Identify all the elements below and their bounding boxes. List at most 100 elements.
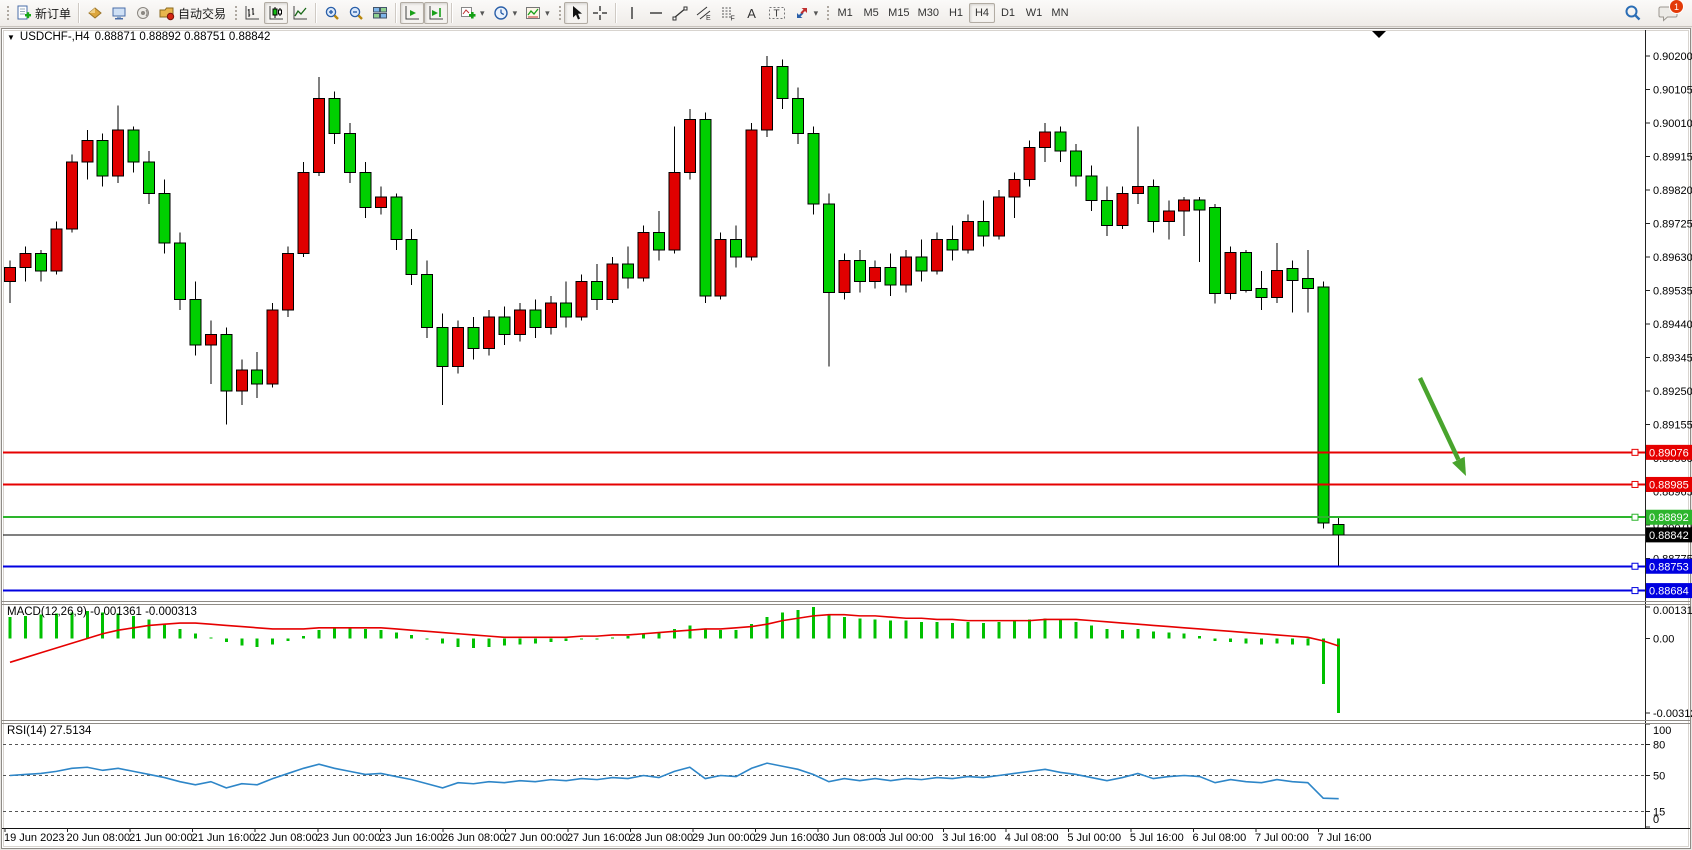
vertical-line-tool-button[interactable] — [620, 2, 644, 24]
toolbar-grip[interactable] — [825, 4, 829, 22]
candle — [854, 261, 865, 282]
toolbar-grip[interactable] — [5, 4, 9, 22]
zoom-in-button[interactable] — [320, 2, 344, 24]
macd-hist-bar — [9, 617, 12, 638]
time-tick-label: 21 Jun 00:00 — [129, 832, 193, 844]
macd-hist-bar — [905, 621, 908, 639]
candle — [1055, 132, 1066, 151]
price-tick-label: 0.89915 — [1653, 151, 1692, 163]
candle — [1318, 287, 1329, 523]
candle — [375, 197, 386, 208]
rsi-axis-label: 50 — [1653, 771, 1665, 783]
equidistant-channel-tool-button[interactable]: E — [692, 2, 716, 24]
candle — [314, 98, 325, 172]
fibonacci-tool-button[interactable]: F — [716, 2, 740, 24]
dropdown-caret[interactable]: ▾ — [480, 8, 485, 19]
candlestick-chart-button[interactable] — [264, 2, 288, 24]
macd-hist-bar — [287, 639, 290, 641]
candle — [1101, 201, 1112, 226]
candle — [623, 264, 634, 278]
macd-hist-bar — [194, 634, 197, 639]
macd-hist-bar — [889, 621, 892, 639]
timeframe-h1-button[interactable]: H1 — [943, 3, 969, 23]
dropdown-caret[interactable]: ▾ — [814, 8, 819, 19]
hline-handle[interactable] — [1632, 449, 1638, 455]
candle — [839, 261, 850, 293]
text-tool-button[interactable]: A — [740, 2, 764, 24]
timeframe-mn-button[interactable]: MN — [1047, 3, 1073, 23]
cursor-tool-button[interactable] — [564, 2, 588, 24]
zoom-out-button[interactable] — [344, 2, 368, 24]
macd-hist-bar — [240, 639, 243, 646]
periods-button[interactable]: ▾ — [489, 2, 522, 24]
gold-cube-icon — [87, 5, 103, 21]
horizontal-line-tool-button[interactable] — [644, 2, 668, 24]
candle — [174, 243, 185, 299]
candle — [344, 134, 355, 173]
tile-windows-icon — [372, 5, 388, 21]
notifications-button[interactable]: 1 — [1654, 2, 1682, 24]
auto-scroll-button[interactable] — [400, 2, 424, 24]
crosshair-tool-button[interactable] — [588, 2, 612, 24]
macd-hist-bar — [796, 610, 799, 639]
macd-hist-bar — [209, 637, 212, 638]
macd-hist-bar — [1105, 629, 1108, 639]
trendline-tool-button[interactable] — [668, 2, 692, 24]
cursor-icon — [568, 5, 584, 21]
hline-handle[interactable] — [1632, 588, 1638, 594]
timeframe-label: M30 — [918, 7, 939, 19]
candle — [468, 328, 479, 349]
template-button[interactable]: ▾ — [521, 2, 554, 24]
toolbar-grip[interactable] — [233, 4, 237, 22]
timeframe-h4-button[interactable]: H4 — [969, 3, 995, 23]
chart-title-bar[interactable]: ▼USDCHF-,H40.88871 0.88892 0.88751 0.888… — [7, 31, 270, 43]
toolbar-grip[interactable] — [557, 4, 561, 22]
macd-hist-bar — [302, 636, 305, 638]
search-button[interactable] — [1620, 2, 1646, 24]
time-tick-label: 30 Jun 08:00 — [817, 832, 881, 844]
timeframe-m5-button[interactable]: M5 — [858, 3, 884, 23]
hline-handle[interactable] — [1632, 514, 1638, 520]
arrows-tool-button[interactable]: ▾ — [790, 2, 823, 24]
fibonacci-icon: F — [720, 5, 736, 21]
time-tick-label: 19 Jun 2023 — [4, 832, 65, 844]
timeframe-w1-button[interactable]: W1 — [1021, 3, 1047, 23]
window-menu-icon[interactable]: ▼ — [7, 33, 15, 42]
terminal-button[interactable] — [107, 2, 131, 24]
dropdown-caret[interactable]: ▾ — [513, 8, 518, 19]
hline-handle[interactable] — [1632, 563, 1638, 569]
macd-hist-bar — [766, 617, 769, 638]
signals-button[interactable] — [131, 2, 155, 24]
macd-hist-bar — [611, 637, 614, 638]
candle — [715, 239, 726, 295]
macd-hist-bar — [735, 630, 738, 638]
timeframe-label: M5 — [864, 7, 879, 19]
chart-canvas[interactable]: 0.902000.901050.900100.899150.898200.897… — [0, 0, 1692, 850]
market-watch-button[interactable] — [83, 2, 107, 24]
text-label-tool-button[interactable]: T — [764, 2, 790, 24]
timeframe-m30-button[interactable]: M30 — [914, 3, 943, 23]
timeframe-m15-button[interactable]: M15 — [884, 3, 913, 23]
hline-handle[interactable] — [1632, 481, 1638, 487]
candle — [1241, 252, 1252, 290]
toolbar-right-icons: 1 — [1620, 2, 1690, 24]
autotrading-button[interactable]: 自动交易 — [155, 2, 230, 24]
new-order-button[interactable]: 新订单 — [12, 2, 75, 24]
tile-windows-button[interactable] — [368, 2, 392, 24]
candle — [1194, 200, 1205, 210]
chart-shift-button[interactable] — [424, 2, 448, 24]
add-indicator-button[interactable]: ▾ — [456, 2, 489, 24]
bar-chart-button[interactable] — [240, 2, 264, 24]
candle — [329, 98, 340, 133]
macd-hist-bar — [1013, 621, 1016, 639]
macd-hist-bar — [518, 639, 521, 645]
timeframe-m1-button[interactable]: M1 — [832, 3, 858, 23]
autotrading-icon — [159, 5, 175, 21]
dropdown-caret[interactable]: ▾ — [545, 8, 550, 19]
symbol-timeframe-label: USDCHF-,H4 — [20, 31, 90, 43]
line-chart-button[interactable] — [288, 2, 312, 24]
candle — [1256, 288, 1267, 297]
chart-shift-icon — [428, 5, 444, 21]
timeframe-d1-button[interactable]: D1 — [995, 3, 1021, 23]
candle — [978, 222, 989, 236]
